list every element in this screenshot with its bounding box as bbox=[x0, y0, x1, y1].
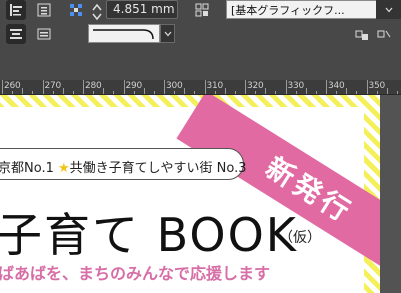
align-center-icon bbox=[37, 3, 51, 17]
measurement-value: 4.851 mm bbox=[113, 2, 175, 16]
ruler-minor-tick bbox=[52, 91, 54, 94]
break-link-button[interactable] bbox=[374, 24, 394, 44]
ruler-minor-tick bbox=[265, 88, 267, 94]
distribute-button[interactable] bbox=[6, 24, 26, 44]
ruler-minor-tick bbox=[22, 88, 24, 94]
ruler-minor-tick bbox=[113, 91, 115, 94]
ruler-minor-tick bbox=[194, 91, 196, 94]
ruler-minor-tick bbox=[386, 88, 388, 94]
ruler-minor-tick bbox=[32, 91, 34, 94]
ruler-tick-label: 280 bbox=[85, 81, 102, 91]
ruler-tick-label: 270 bbox=[44, 81, 62, 91]
ruler-minor-tick bbox=[93, 91, 95, 94]
document-canvas: 新発行 京都No.1 ★共働き子育てしやすい街 No.3 子育て BOOK （仮… bbox=[0, 95, 401, 293]
corner-shape-dropdown[interactable] bbox=[160, 24, 175, 43]
title-suffix[interactable]: （仮） bbox=[279, 227, 321, 247]
measurement-stepper[interactable] bbox=[90, 2, 104, 22]
ruler-minor-tick bbox=[103, 88, 105, 94]
align-left-icon bbox=[10, 4, 22, 16]
object-style-value: [基本グラフィックフ... bbox=[231, 4, 345, 17]
ruler-minor-tick bbox=[305, 88, 307, 94]
chevron-down-icon bbox=[385, 7, 392, 12]
chevron-down-icon bbox=[164, 31, 171, 36]
ruler-minor-tick bbox=[12, 91, 14, 94]
ruler-major-tick bbox=[204, 80, 206, 94]
ruler-minor-tick bbox=[62, 88, 64, 94]
horizontal-ruler[interactable]: 260 270 280 290 300 310 320 330 340 350 bbox=[0, 80, 401, 95]
ruler-minor-tick bbox=[376, 91, 378, 94]
ruler-major-tick bbox=[366, 80, 368, 94]
ruler-major-tick bbox=[164, 80, 165, 94]
reference-point-icon bbox=[70, 4, 82, 16]
ruler-tick-label: 320 bbox=[247, 81, 264, 91]
ruler-major-tick bbox=[123, 80, 125, 94]
clear-overrides-icon bbox=[355, 30, 368, 40]
ruler-minor-tick bbox=[133, 91, 135, 94]
align-center-button[interactable] bbox=[34, 0, 54, 20]
reference-point-button[interactable] bbox=[66, 0, 86, 20]
ruler-major-tick bbox=[2, 80, 3, 94]
ruler-major-tick bbox=[83, 80, 84, 94]
object-style-dropdown[interactable] bbox=[376, 0, 401, 19]
distribute-icon bbox=[10, 29, 22, 39]
tagline-text[interactable]: 京都No.1 ★共働き子育てしやすい街 No.3 bbox=[0, 157, 247, 176]
tagline-suffix: 共働き子育てしやすい街 No.3 bbox=[69, 161, 247, 176]
ruler-minor-tick bbox=[315, 91, 317, 94]
ruler-minor-tick bbox=[224, 88, 226, 94]
ruler-minor-tick bbox=[356, 91, 358, 94]
ruler-minor-tick bbox=[275, 91, 277, 94]
star-icon: ★ bbox=[58, 161, 70, 176]
ruler-minor-tick bbox=[346, 88, 348, 94]
ruler-minor-tick bbox=[234, 91, 236, 94]
object-style-icon-button[interactable] bbox=[192, 0, 212, 20]
ruler-major-tick bbox=[285, 80, 287, 94]
object-style-select[interactable]: [基本グラフィックフ... bbox=[226, 0, 401, 19]
object-style-icon bbox=[195, 3, 209, 17]
ruler-minor-tick bbox=[295, 91, 297, 94]
ruler-tick-label: 350 bbox=[368, 81, 386, 91]
ruler-minor-tick bbox=[153, 91, 155, 94]
ruler-tick-label: 340 bbox=[328, 81, 345, 91]
measurement-field[interactable]: 4.851 mm bbox=[106, 0, 178, 19]
document-page: 新発行 京都No.1 ★共働き子育てしやすい街 No.3 子育て BOOK （仮… bbox=[0, 95, 380, 293]
align-left-button[interactable] bbox=[6, 0, 26, 20]
control-panel: 4.851 mm [基本グラフィックフ... bbox=[0, 0, 401, 80]
break-link-icon bbox=[377, 30, 391, 38]
ruler-tick-label: 310 bbox=[206, 81, 224, 91]
ruler-minor-tick bbox=[214, 91, 216, 94]
ruler-tick-label: 290 bbox=[125, 81, 143, 91]
ruler-minor-tick bbox=[143, 88, 145, 94]
book-title[interactable]: 子育て BOOK bbox=[0, 199, 298, 265]
ruler-major-tick bbox=[42, 80, 44, 94]
ruler-tick-label: 260 bbox=[4, 81, 21, 91]
ruler-minor-tick bbox=[184, 88, 186, 94]
ruler-minor-tick bbox=[336, 91, 338, 94]
distribute-alt-button[interactable] bbox=[34, 24, 54, 44]
ruler-minor-tick bbox=[396, 91, 398, 94]
ruler-tick-label: 330 bbox=[287, 81, 305, 91]
clear-overrides-button[interactable] bbox=[352, 24, 372, 44]
corner-shape-field[interactable] bbox=[88, 24, 160, 43]
distribute-alt-icon bbox=[37, 28, 51, 40]
ruler-major-tick bbox=[326, 80, 327, 94]
ruler-minor-tick bbox=[174, 91, 176, 94]
tagline-prefix: 京都No.1 bbox=[0, 161, 58, 176]
pasteboard-edge bbox=[380, 95, 401, 293]
subtitle-text[interactable]: ばあばを、まちのみんなで応援します bbox=[0, 260, 270, 284]
ruler-minor-tick bbox=[255, 91, 257, 94]
ruler-major-tick bbox=[245, 80, 246, 94]
corner-shape-icon bbox=[93, 29, 154, 40]
ruler-tick-label: 300 bbox=[166, 81, 183, 91]
stepper-arrows-icon bbox=[92, 3, 102, 21]
ruler-minor-tick bbox=[72, 91, 74, 94]
